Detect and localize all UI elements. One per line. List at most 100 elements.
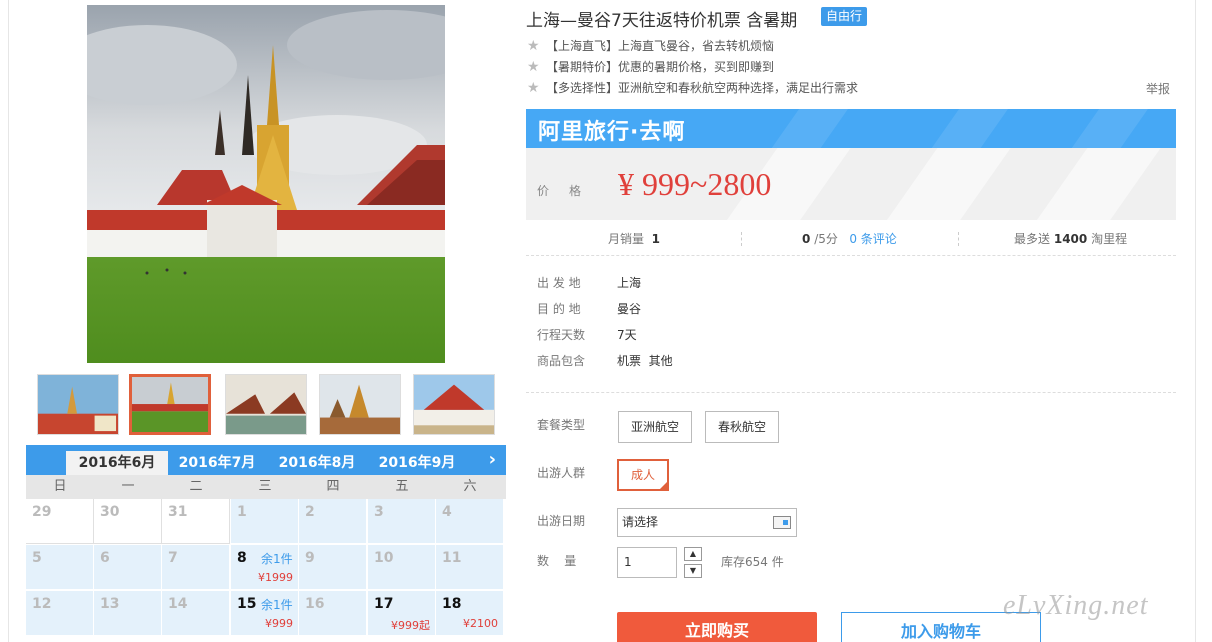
weekday-label: 六 [463, 479, 477, 494]
frame-left-border [8, 0, 9, 642]
travel-date-input[interactable]: 请选择 [617, 508, 797, 537]
thumbnail-2[interactable] [129, 374, 211, 435]
calendar-day-number: 7 [168, 550, 178, 566]
tab-month-3[interactable]: 2016年8月 [266, 451, 368, 475]
calendar-day-number: 29 [32, 504, 52, 520]
calendar-day-cell: 16 [299, 591, 367, 636]
calendar-day-number: 6 [100, 550, 110, 566]
quantity-input[interactable]: 1 [617, 547, 677, 578]
calendar-day-cell[interactable]: 15 余1件 ¥999 [231, 591, 299, 636]
calendar-day-cell: 31 [162, 499, 230, 544]
calendar-day-cell: 1 [231, 499, 299, 544]
calendar-day-number: 14 [168, 596, 188, 612]
calendar-day-cell: 6 [94, 545, 162, 590]
travel-date-label: 出游日期 [537, 514, 586, 528]
report-link[interactable]: 举报 [1146, 80, 1170, 97]
frame-right-border [1195, 0, 1196, 642]
section-divider [526, 392, 1176, 393]
calendar-day-number: 5 [32, 550, 42, 566]
calendar-day-cell: 4 [436, 499, 504, 544]
weekday-label: 一 [121, 479, 135, 494]
calendar-day-number: 3 [374, 504, 384, 520]
calendar-month-bar: 2016年6月 2016年7月 2016年8月 2016年9月 › [26, 445, 506, 475]
weekday-label: 日 [53, 479, 67, 494]
quantity-up-button[interactable]: ▲ [684, 547, 702, 561]
calendar-day-cell: 30 [94, 499, 162, 544]
feature-text: 【上海直飞】上海直飞曼谷，省去转机烦恼 [546, 39, 775, 53]
price-value: ¥ 999~2800 [618, 166, 772, 202]
feature-text: 【暑期特价】优惠的暑期价格，买到即赚到 [546, 60, 775, 74]
main-product-image [87, 5, 445, 363]
calendar-day-cell: 13 [94, 591, 162, 636]
package-type-label: 套餐类型 [537, 418, 586, 432]
quantity-down-button[interactable]: ▼ [684, 564, 702, 578]
calendar-day-number: 9 [305, 550, 315, 566]
calendar-day-cell: 9 [299, 545, 367, 590]
feature-list: ★ 【上海直飞】上海直飞曼谷，省去转机烦恼 ★ 【暑期特价】优惠的暑期价格，买到… [526, 36, 1176, 99]
thumbnail-3[interactable] [225, 374, 307, 435]
calendar-weekdays: 日 一 二 三 四 五 六 [26, 475, 506, 499]
calendar-day-stock: 余1件 [261, 598, 293, 612]
calendar-day-price: ¥1999 [258, 571, 293, 584]
calendar-day-number: 30 [100, 504, 120, 520]
calendar-day-number: 12 [32, 596, 52, 612]
price-panel: 价格 ¥ 999~2800 [526, 148, 1176, 220]
calendar-day-stock: 余1件 [261, 552, 293, 566]
calendar-icon[interactable] [773, 516, 791, 529]
traveler-type-label: 出游人群 [537, 466, 586, 480]
tab-month-1[interactable]: 2016年6月 [66, 451, 168, 475]
reviews-link[interactable]: 0 条评论 [849, 232, 896, 246]
calendar-day-cell[interactable]: 18 ¥2100 [436, 591, 504, 636]
calendar-day-number: 15 [237, 596, 257, 612]
calendar-day-cell: 5 [26, 545, 94, 590]
calendar-day-cell: 11 [436, 545, 504, 590]
traveler-option-adult[interactable]: 成人 [617, 459, 670, 491]
brand-banner: 阿里旅行·去啊 [526, 109, 1176, 148]
calendar-day-price: ¥999起 [391, 619, 430, 632]
chevron-right-icon[interactable]: › [489, 448, 496, 472]
calendar-day-cell: 10 [368, 545, 436, 590]
feature-item: ★ 【暑期特价】优惠的暑期价格，买到即赚到 [526, 57, 1176, 78]
thumbnail-4[interactable] [319, 374, 401, 435]
calendar-day-number: 11 [442, 550, 462, 566]
calendar-day-number: 31 [168, 504, 188, 520]
calendar-day-number: 4 [442, 504, 452, 520]
star-icon: ★ [527, 38, 540, 54]
calendar-day-cell: 29 [26, 499, 94, 544]
calendar-day-number: 18 [442, 596, 462, 612]
calendar-day-cell: 7 [162, 545, 230, 590]
weekday-label: 三 [258, 479, 272, 494]
thumbnail-5[interactable] [413, 374, 495, 435]
thumbnail-1[interactable] [37, 374, 119, 435]
calendar-day-price: ¥999 [265, 617, 293, 630]
product-title: 上海—曼谷7天往返特价机票 含暑期 [526, 11, 798, 31]
brand-name: 阿里旅行·去啊 [538, 120, 686, 145]
calendar-day-cell: 3 [368, 499, 436, 544]
tab-month-4[interactable]: 2016年9月 [366, 451, 468, 475]
package-option-asia[interactable]: 亚洲航空 [618, 411, 693, 443]
calendar-day-number: 13 [100, 596, 120, 612]
quantity-label: 数 量 [537, 554, 577, 568]
departure-calendar: 2016年6月 2016年7月 2016年8月 2016年9月 › 日 一 二 … [26, 445, 506, 642]
calendar-day-cell[interactable]: 17 ¥999起 [368, 591, 436, 636]
feature-item: ★ 【上海直飞】上海直飞曼谷，省去转机烦恼 [526, 36, 1176, 57]
calendar-day-number: 1 [237, 504, 247, 520]
calendar-day-number: 8 [237, 550, 247, 566]
calendar-day-number: 2 [305, 504, 315, 520]
buy-now-button[interactable]: 立即购买 [617, 612, 817, 642]
tab-month-2[interactable]: 2016年7月 [166, 451, 268, 475]
points-reward: 最多送 1400 淘里程 [1014, 232, 1128, 246]
feature-text: 【多选择性】亚洲航空和春秋航空两种选择，满足出行需求 [546, 81, 859, 95]
package-option-spring[interactable]: 春秋航空 [705, 411, 780, 443]
calendar-day-number: 17 [374, 596, 394, 612]
calendar-day-number: 16 [305, 596, 325, 612]
tour-type-badge: 自由行 [821, 7, 868, 26]
weekday-label: 二 [189, 479, 203, 494]
monthly-sales: 月销量 1 [608, 232, 661, 246]
sales-stats: 月销量 1 0 /5分 0 条评论 最多送 1400 淘里程 [526, 224, 1176, 256]
calendar-day-cell[interactable]: 8 余1件 ¥1999 [231, 545, 299, 590]
calendar-day-number: 10 [374, 550, 394, 566]
checkmark-icon [659, 481, 669, 490]
stock-count: 库存654 件 [721, 555, 784, 569]
weekday-label: 四 [326, 479, 340, 494]
